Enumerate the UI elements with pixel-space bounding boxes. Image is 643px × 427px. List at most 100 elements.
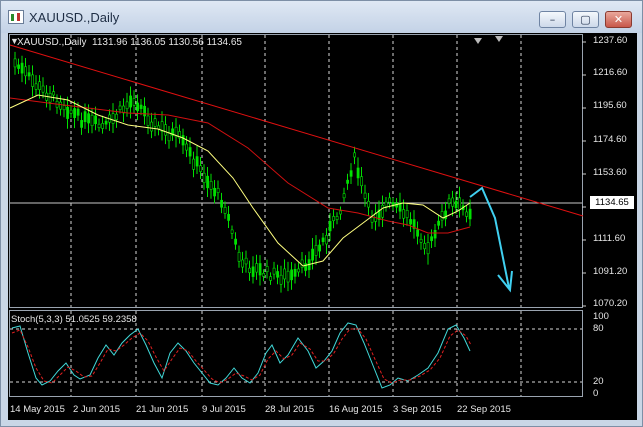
- candle-body: [416, 229, 420, 237]
- price-axis-tick: 1070.20: [593, 298, 628, 309]
- candle-body: [41, 85, 45, 93]
- candle-body: [381, 205, 385, 218]
- stoch-axis-tick: 20: [593, 376, 604, 387]
- candle-body: [363, 192, 367, 199]
- candle-body: [62, 105, 66, 111]
- candle-body: [279, 274, 283, 285]
- candle-body: [97, 123, 101, 128]
- candle-body: [388, 197, 392, 203]
- candle-body: [321, 237, 325, 243]
- candle-body: [244, 257, 248, 265]
- date-axis-tick: 21 Jun 2015: [136, 404, 189, 415]
- chart-window: XAUUSD.,Daily – ▢ ✕ ▼ XAUUSD.,Daily 1131…: [0, 0, 643, 427]
- candle-body: [164, 124, 168, 136]
- candle-body: [433, 230, 437, 239]
- date-axis-tick: 22 Sep 2015: [457, 404, 511, 415]
- stoch-axis-tick: 80: [593, 323, 604, 334]
- maximize-button[interactable]: ▢: [572, 11, 599, 28]
- candle-body: [419, 238, 423, 243]
- candle-body: [153, 118, 157, 127]
- candle-body: [13, 58, 17, 68]
- candle-body: [129, 95, 133, 108]
- candle-body: [125, 101, 129, 109]
- candle-body: [402, 209, 406, 219]
- candle-body: [192, 158, 196, 170]
- date-axis-tick: 28 Jul 2015: [265, 404, 315, 415]
- candle-body: [69, 109, 73, 114]
- candle-body: [118, 105, 122, 110]
- price-chart[interactable]: ▼ XAUUSD.,Daily 1131.96 1136.05 1130.56 …: [8, 33, 637, 420]
- price-axis-tick: 1237.60: [593, 35, 628, 46]
- candle-body: [332, 216, 336, 221]
- forecast-arrow-head: [497, 270, 513, 293]
- candle-body: [342, 193, 346, 199]
- price-axis-tick: 1195.60: [593, 100, 627, 111]
- stoch-axis-tick: 100: [593, 311, 609, 322]
- candle-body: [185, 143, 189, 151]
- candle-body: [104, 120, 108, 125]
- candle-body: [27, 72, 31, 77]
- candle-body: [335, 216, 339, 220]
- candle-body: [370, 217, 374, 223]
- title-bar[interactable]: XAUUSD.,Daily – ▢ ✕: [1, 1, 642, 33]
- candle-body: [59, 101, 63, 110]
- candle-body: [258, 263, 262, 276]
- candle-body: [440, 211, 444, 221]
- candle-body: [136, 102, 140, 112]
- candle-body: [66, 106, 70, 119]
- candle-body: [297, 268, 301, 273]
- candle-body: [465, 211, 469, 217]
- candle-body: [360, 176, 364, 187]
- candle-body: [230, 229, 234, 234]
- fast-moving-average: [9, 94, 471, 267]
- candle-body: [24, 66, 28, 77]
- candle-body: [311, 248, 315, 261]
- close-button[interactable]: ✕: [605, 11, 632, 28]
- candle-body: [181, 135, 185, 146]
- chart-window-icon: [8, 10, 24, 24]
- candle-body: [314, 245, 318, 256]
- minimize-button[interactable]: –: [539, 11, 566, 28]
- candle-body: [384, 201, 388, 207]
- candle-body: [83, 111, 87, 123]
- stoch-signal-line: [11, 328, 472, 384]
- candle-body: [206, 175, 210, 189]
- price-axis-tick: 1216.60: [593, 67, 628, 78]
- candle-body: [426, 242, 430, 255]
- candle-body: [283, 268, 287, 280]
- candle-body: [353, 152, 357, 158]
- candle-body: [167, 132, 171, 142]
- stoch-main-line: [11, 322, 471, 389]
- candle-body: [76, 108, 80, 116]
- candle-body: [38, 81, 42, 90]
- candle-body: [269, 276, 273, 281]
- candle-body: [251, 266, 255, 277]
- candle-body: [139, 104, 143, 109]
- date-axis-tick: 16 Aug 2015: [329, 404, 383, 415]
- candle-body: [262, 272, 266, 277]
- candle-body: [237, 252, 241, 262]
- candle-body: [339, 210, 343, 215]
- candle-body: [52, 91, 56, 96]
- resistance-trendline: [9, 44, 584, 217]
- candle-body: [451, 197, 455, 207]
- candle-body: [223, 207, 227, 214]
- candle-body: [220, 199, 224, 208]
- stochastic-label: Stoch(5,3,3) 51.0525 59.2358: [11, 314, 137, 325]
- candle-body: [318, 244, 322, 252]
- date-axis-tick: 14 May 2015: [10, 404, 65, 415]
- candle-body: [115, 113, 119, 120]
- window-title: XAUUSD.,Daily: [29, 10, 120, 25]
- candle-body: [265, 266, 269, 273]
- candle-body: [437, 220, 441, 226]
- chart-canvas[interactable]: [8, 33, 637, 420]
- candle-body: [447, 198, 451, 204]
- candle-body: [150, 121, 154, 132]
- stoch-axis-tick: 0: [593, 388, 599, 399]
- candle-body: [94, 115, 98, 125]
- candle-body: [325, 235, 329, 245]
- candle-body: [80, 120, 84, 128]
- candle-body: [458, 197, 462, 210]
- candle-body: [272, 267, 276, 275]
- price-axis-tick: 1174.60: [593, 134, 627, 145]
